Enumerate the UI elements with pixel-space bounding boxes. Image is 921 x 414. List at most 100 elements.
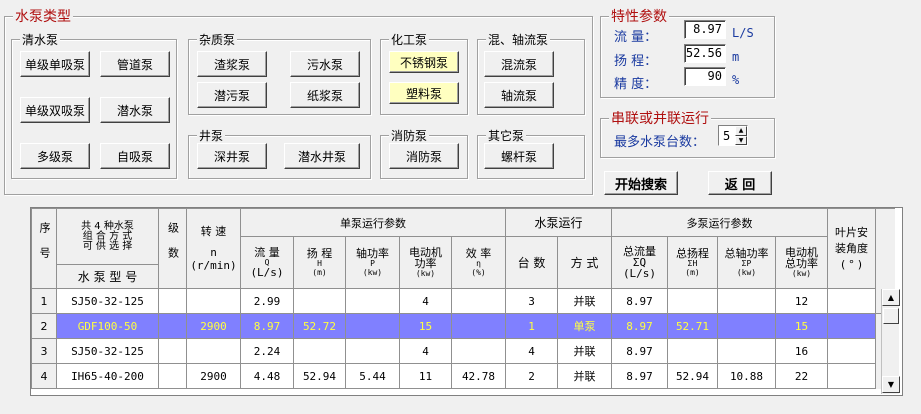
scroll-down-icon[interactable]: ▼: [882, 376, 900, 393]
cell-model: GDF100-50: [56, 313, 159, 339]
table-row-selected[interactable]: 2 GDF100-50 2900 8.97 52.72 15 1 单泵 8.97…: [31, 313, 895, 339]
cell-total-head: 52.71: [667, 313, 718, 339]
fire-pump-title: 消防泵: [389, 127, 430, 144]
scroll-thumb[interactable]: [883, 308, 899, 324]
cell-speed: [186, 288, 241, 314]
submersible-pump-button[interactable]: 潜水泵: [100, 97, 170, 123]
header-single-motor: 电动机 功率 (kw): [399, 236, 452, 289]
header-single-group: 单泵运行参数: [240, 208, 506, 237]
precision-input[interactable]: 90: [684, 67, 726, 86]
single-stage-double-suction-button[interactable]: 单级双吸泵: [20, 97, 90, 123]
clean-pump-title: 清水泵: [20, 31, 61, 48]
pipeline-pump-button[interactable]: 管道泵: [100, 51, 170, 77]
cell-stage: [158, 288, 187, 314]
cell-total-motor: 16: [775, 338, 828, 364]
cell-motor: 11: [399, 363, 452, 389]
cell-speed: 2900: [186, 313, 241, 339]
cell-speed: [186, 338, 241, 364]
mixed-flow-pump-button[interactable]: 混流泵: [484, 51, 554, 77]
head-input[interactable]: 52.56: [684, 44, 726, 63]
cell-total-head: 52.94: [667, 363, 718, 389]
start-search-button[interactable]: 开始搜索: [604, 171, 678, 195]
grid-scrollbar[interactable]: ▲ ▼: [881, 289, 900, 394]
series-title: 串联或并联运行: [609, 108, 711, 128]
cell-head: [293, 338, 346, 364]
cell-shaft: [345, 288, 400, 314]
cell-mode: 单泵: [557, 313, 612, 339]
header-single-shaft: 轴功率 P (kw): [345, 236, 400, 289]
axial-flow-pump-button[interactable]: 轴流泵: [484, 82, 554, 108]
head-unit: m: [732, 50, 740, 64]
flow-input[interactable]: 8.97: [684, 20, 726, 39]
cell-total-flow: 8.97: [611, 313, 668, 339]
max-pumps-spinner[interactable]: 5 ▲ ▼: [718, 125, 748, 146]
header-seq: 序号: [31, 208, 57, 289]
scroll-up-icon[interactable]: ▲: [882, 289, 900, 306]
cell-total-flow: 8.97: [611, 363, 668, 389]
cell-total-head: [667, 338, 718, 364]
header-single-head: 扬 程 H (m): [293, 236, 346, 289]
row-number: 3: [31, 338, 57, 364]
flow-unit: L/S: [732, 26, 754, 40]
cell-stage: [158, 313, 187, 339]
header-run-group: 水泵运行: [505, 208, 612, 237]
spin-up-icon[interactable]: ▲: [735, 126, 747, 136]
cell-eff: [451, 313, 506, 339]
cell-eff: 42.78: [451, 363, 506, 389]
submersible-sewage-pump-button[interactable]: 潜污泵: [197, 82, 267, 108]
cell-flow: 4.48: [240, 363, 294, 389]
sewage-pump-button[interactable]: 污水泵: [290, 51, 360, 77]
table-row[interactable]: 4 IH65-40-200 2900 4.48 52.94 5.44 11 42…: [31, 363, 895, 389]
pulp-pump-button[interactable]: 纸浆泵: [290, 82, 360, 108]
cell-motor: 15: [399, 313, 452, 339]
cell-total-shaft: [717, 338, 776, 364]
cell-flow: 2.24: [240, 338, 294, 364]
slurry-pump-button[interactable]: 渣浆泵: [197, 51, 267, 77]
cell-total-motor: 22: [775, 363, 828, 389]
screw-pump-button[interactable]: 螺杆泵: [484, 143, 554, 169]
single-stage-single-suction-button[interactable]: 单级单吸泵: [20, 51, 90, 77]
other-pump-title: 其它泵: [486, 127, 527, 144]
plastic-pump-button[interactable]: 塑料泵: [389, 82, 459, 104]
params-title: 特性参数: [609, 6, 669, 26]
multistage-pump-button[interactable]: 多级泵: [20, 143, 90, 169]
cell-count: 2: [505, 363, 558, 389]
cell-total-flow: 8.97: [611, 288, 668, 314]
self-priming-pump-button[interactable]: 自吸泵: [100, 143, 170, 169]
cell-shaft: [345, 338, 400, 364]
cell-model: SJ50-32-125: [56, 288, 159, 314]
cell-head: [293, 288, 346, 314]
back-button[interactable]: 返 回: [708, 171, 772, 195]
row-number: 2: [31, 313, 57, 339]
cell-eff: [451, 288, 506, 314]
spin-down-icon[interactable]: ▼: [735, 135, 747, 145]
row-number: 1: [31, 288, 57, 314]
header-stage: 级数: [158, 208, 187, 289]
cell-stage: [158, 338, 187, 364]
cell-motor: 4: [399, 288, 452, 314]
cell-total-motor: 12: [775, 288, 828, 314]
cell-blade: [827, 288, 876, 314]
fire-pump-button[interactable]: 消防泵: [389, 143, 459, 169]
impurity-pump-title: 杂质泵: [197, 31, 238, 48]
deep-well-pump-button[interactable]: 深井泵: [197, 143, 267, 169]
cell-eff: [451, 338, 506, 364]
max-pumps-label: 最多水泵台数：: [614, 135, 706, 150]
stainless-steel-pump-button[interactable]: 不锈钢泵: [389, 51, 459, 73]
cell-stage: [158, 363, 187, 389]
cell-total-shaft: [717, 313, 776, 339]
table-row[interactable]: 1 SJ50-32-125 2.99 4 3 并联 8.97 12: [31, 288, 895, 314]
header-single-eff: 效 率 η (%): [451, 236, 506, 289]
header-speed: 转 速 n (r/min): [186, 208, 241, 289]
cell-model: IH65-40-200: [56, 363, 159, 389]
cell-blade: [827, 363, 876, 389]
precision-label: 精 度：: [614, 77, 658, 92]
cell-speed: 2900: [186, 363, 241, 389]
well-pump-title: 井泵: [197, 127, 226, 144]
submersible-well-pump-button[interactable]: 潜水井泵: [284, 143, 360, 169]
header-model: 水 泵 型 号: [56, 264, 159, 289]
table-row[interactable]: 3 SJ50-32-125 2.24 4 4 并联 8.97 16: [31, 338, 895, 364]
cell-head: 52.72: [293, 313, 346, 339]
cell-total-head: [667, 288, 718, 314]
cell-total-flow: 8.97: [611, 338, 668, 364]
